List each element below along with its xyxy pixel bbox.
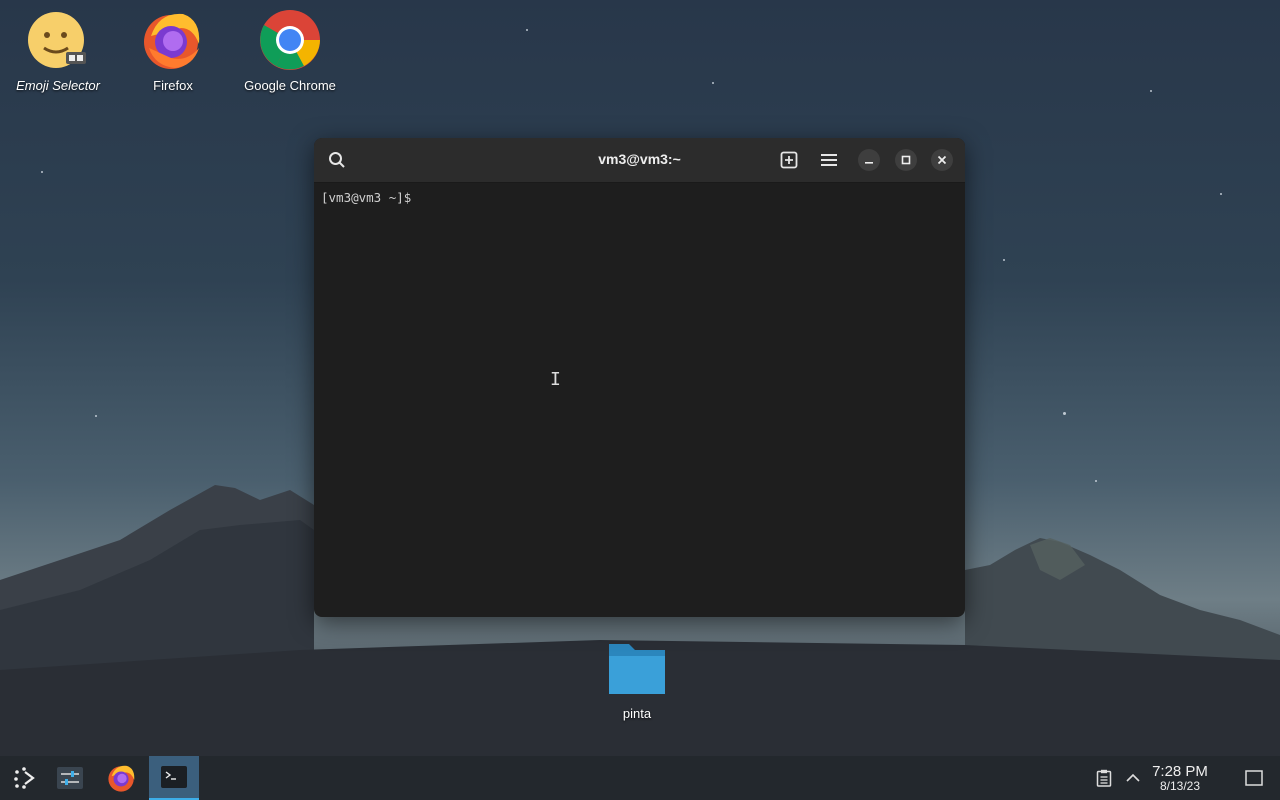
application-launcher-button[interactable] bbox=[0, 756, 48, 800]
desktop-icon-emoji-selector[interactable]: Emoji Selector bbox=[3, 8, 113, 93]
emoji-face-icon bbox=[26, 8, 90, 72]
folder-icon bbox=[605, 640, 669, 698]
clock-time: 7:28 PM bbox=[1152, 763, 1208, 780]
maximize-button[interactable] bbox=[895, 149, 917, 171]
new-tab-icon bbox=[780, 151, 798, 169]
clock-date: 8/13/23 bbox=[1159, 779, 1201, 793]
settings-sliders-icon bbox=[57, 767, 83, 789]
app-launcher-icon bbox=[14, 767, 35, 789]
close-icon bbox=[937, 155, 947, 165]
chrome-icon bbox=[258, 8, 322, 72]
chevron-up-icon bbox=[1126, 773, 1140, 782]
desktop-icon-label: pinta bbox=[622, 706, 652, 721]
close-button[interactable] bbox=[931, 149, 953, 171]
taskbar: 7:28 PM 8/13/23 bbox=[0, 756, 1280, 800]
terminal-icon bbox=[161, 766, 187, 788]
desktop-folder-pinta[interactable]: pinta bbox=[582, 640, 692, 721]
menu-button[interactable] bbox=[815, 146, 843, 174]
minimize-icon bbox=[865, 162, 873, 164]
taskbar-terminal[interactable] bbox=[149, 756, 199, 800]
taskbar-system-settings[interactable] bbox=[46, 756, 94, 800]
show-desktop-button[interactable] bbox=[1232, 756, 1276, 800]
firefox-icon bbox=[141, 8, 205, 72]
desktop-icon-google-chrome[interactable]: Google Chrome bbox=[235, 8, 345, 93]
hamburger-menu-icon bbox=[821, 154, 837, 166]
maximize-icon bbox=[901, 155, 911, 165]
terminal-output-area[interactable]: [vm3@vm3 ~]$ I bbox=[314, 183, 965, 617]
taskbar-firefox[interactable] bbox=[98, 756, 146, 800]
clipboard-icon bbox=[1096, 769, 1112, 787]
show-desktop-icon bbox=[1245, 770, 1263, 786]
digital-clock[interactable]: 7:28 PM 8/13/23 bbox=[1140, 763, 1220, 793]
text-cursor-ibeam-icon: I bbox=[550, 369, 561, 390]
terminal-window[interactable]: vm3@vm3:~ [vm3@vm3 ~]$ I bbox=[314, 138, 965, 617]
desktop-icon-label: Firefox bbox=[153, 78, 193, 93]
minimize-button[interactable] bbox=[858, 149, 880, 171]
window-titlebar[interactable]: vm3@vm3:~ bbox=[314, 138, 965, 183]
desktop-icon-label: Emoji Selector bbox=[16, 78, 100, 93]
firefox-icon bbox=[108, 765, 135, 792]
desktop-icon-firefox[interactable]: Firefox bbox=[118, 8, 228, 93]
new-tab-button[interactable] bbox=[775, 146, 803, 174]
shell-prompt: [vm3@vm3 ~]$ bbox=[321, 190, 412, 205]
desktop-icon-label: Google Chrome bbox=[244, 78, 336, 93]
